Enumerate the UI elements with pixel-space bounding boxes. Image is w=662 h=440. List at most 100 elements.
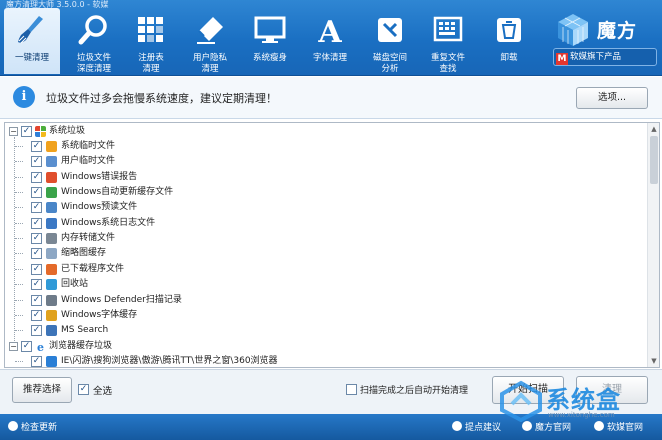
tree-connector [15, 222, 23, 224]
item-checkbox[interactable]: ✓ [31, 279, 42, 291]
item-checkbox[interactable]: ✓ [31, 263, 42, 275]
item-label: 回收站 [61, 279, 89, 290]
item-checkbox[interactable]: ✓ [31, 248, 42, 260]
suggest-label: 提点建议 [465, 423, 502, 433]
main-toolbar: 魔方清理大师 3.5.0.0 - 软媒 一键清理 垃圾文件 深度清理 注册表 清理 … [0, 0, 662, 76]
font-a-icon: A [317, 15, 342, 47]
notice-bar: i 垃圾文件过多会拖慢系统速度，建议定期清理！ 选项... [0, 77, 662, 119]
tree-connector [15, 207, 23, 209]
tree-item[interactable]: ✓ Windows错误报告 [5, 170, 645, 185]
tree-connector [15, 314, 23, 316]
tool-uninstall[interactable]: 卸载 [481, 8, 537, 74]
duplicate-file-icon [433, 16, 463, 42]
tree-item[interactable]: ✓ 用户临时文件 [5, 154, 645, 169]
memory-dump-icon [46, 233, 57, 245]
tree-item[interactable]: ✓ 系统临时文件 [5, 139, 645, 154]
auto-clean-checkbox[interactable] [346, 384, 357, 395]
item-checkbox[interactable]: ✓ [31, 325, 42, 337]
prefetch-icon [46, 202, 57, 214]
group-checkbox[interactable]: ✓ [21, 126, 32, 137]
broom-icon [18, 16, 43, 44]
tree-item[interactable]: ✓ Windows预读文件 [5, 200, 645, 215]
tree-item[interactable]: ✓ IE\闪游\搜狗浏览器\傲游\腾讯TT\世界之窗\360浏览器 [5, 354, 645, 367]
options-button[interactable]: 选项... [576, 87, 648, 109]
tool-label: 用户隐私 清理 [192, 53, 227, 74]
tool-label: 一键清理 [14, 53, 49, 63]
tool-one-click-clean[interactable]: 一键清理 [4, 8, 60, 74]
check-update-link[interactable]: 检查更新 [8, 420, 57, 433]
suggest-icon [452, 421, 462, 431]
item-checkbox[interactable]: ✓ [31, 141, 42, 152]
tool-duplicate-finder[interactable]: 重复文件 查找 [420, 8, 476, 74]
watermark-logo-icon [500, 380, 542, 422]
item-checkbox[interactable]: ✓ [31, 233, 42, 245]
tree-connector [15, 268, 23, 270]
item-checkbox[interactable]: ✓ [31, 156, 42, 168]
tool-system-slim[interactable]: 系统瘦身 [242, 8, 298, 74]
tool-disk-analysis[interactable]: 磁盘空间 分析 [362, 8, 418, 74]
item-checkbox[interactable]: ✓ [31, 356, 42, 367]
item-label: 缩略图缓存 [61, 248, 107, 259]
tree-item[interactable]: ✓ Windows Defender扫描记录 [5, 293, 645, 308]
brand-tagline[interactable]: M 软媒旗下产品 [553, 48, 657, 66]
item-label: Windows预读文件 [61, 202, 138, 213]
watermark: 系统盒 www.xitonghe.com [498, 378, 648, 426]
tool-label: 字体清理 [312, 53, 347, 63]
tree-item[interactable]: ✓ Windows系统日志文件 [5, 216, 645, 231]
select-all-label: 全选 [93, 386, 113, 397]
item-checkbox[interactable]: ✓ [31, 294, 42, 306]
brand-badge: M [556, 53, 568, 65]
item-label: 已下载程序文件 [61, 263, 125, 274]
item-checkbox[interactable]: ✓ [31, 171, 42, 183]
windows-flag-icon [46, 141, 57, 152]
error-report-icon [46, 171, 57, 183]
tool-privacy-clean[interactable]: 用户隐私 清理 [182, 8, 238, 74]
suggest-link[interactable]: 提点建议 [452, 420, 501, 433]
magnifier-icon [78, 15, 107, 45]
scroll-down-icon[interactable]: ▼ [648, 355, 659, 367]
tree-connector [15, 161, 23, 163]
disk-analyze-icon [378, 18, 402, 42]
svg-text:e: e [37, 341, 44, 352]
item-label: Windows自动更新缓存文件 [61, 187, 174, 198]
brand-area[interactable]: 魔方 M 软媒旗下产品 [547, 6, 659, 72]
recommend-button[interactable]: 推荐选择 [12, 377, 72, 403]
svg-text:A: A [317, 15, 342, 47]
tree-connector [15, 238, 23, 240]
tree-item[interactable]: ✓ 已下载程序文件 [5, 262, 645, 277]
tool-font-clean[interactable]: A 字体清理 [302, 8, 358, 74]
item-label: 内存转储文件 [61, 233, 116, 244]
tree-item[interactable]: ✓ 内存转储文件 [5, 231, 645, 246]
group-checkbox[interactable]: ✓ [21, 341, 32, 352]
select-all-checkbox[interactable]: ✓ [78, 384, 89, 395]
group-label: 浏览器缓存垃圾 [49, 341, 113, 351]
vertical-scrollbar[interactable]: ▲ ▼ [647, 123, 659, 367]
tool-registry-clean[interactable]: 注册表 清理 [123, 8, 179, 74]
tree-item[interactable]: ✓ 缩略图缓存 [5, 246, 645, 261]
search-icon [46, 325, 57, 337]
item-checkbox[interactable]: ✓ [31, 309, 42, 321]
scroll-thumb[interactable] [650, 136, 658, 184]
collapse-toggle[interactable]: − [9, 342, 18, 351]
item-checkbox[interactable]: ✓ [31, 217, 42, 229]
item-checkbox[interactable]: ✓ [31, 202, 42, 214]
notice-message: 垃圾文件过多会拖慢系统速度，建议定期清理！ [46, 92, 277, 105]
tree-connector [15, 361, 23, 362]
collapse-toggle[interactable]: − [9, 127, 18, 136]
tree-group-system[interactable]: − ✓ 系统垃圾 [5, 124, 645, 139]
recycle-bin-icon [497, 18, 521, 42]
scroll-up-icon[interactable]: ▲ [648, 123, 659, 135]
item-checkbox[interactable]: ✓ [31, 187, 42, 199]
monitor-icon [254, 16, 286, 43]
brand-name: 魔方 [597, 20, 638, 42]
tree-item[interactable]: ✓ MS Search [5, 323, 645, 338]
log-file-icon [46, 217, 57, 229]
tree-group-browser[interactable]: − ✓ e 浏览器缓存垃圾 [5, 339, 645, 354]
privacy-eraser-icon [197, 17, 223, 44]
user-folder-icon [46, 156, 57, 168]
tree-item[interactable]: ✓ 回收站 [5, 277, 645, 292]
update-icon [8, 421, 18, 431]
tree-item[interactable]: ✓ Windows自动更新缓存文件 [5, 185, 645, 200]
tool-deep-clean[interactable]: 垃圾文件 深度清理 [66, 8, 122, 74]
tree-item[interactable]: ✓ Windows字体缓存 [5, 308, 645, 323]
